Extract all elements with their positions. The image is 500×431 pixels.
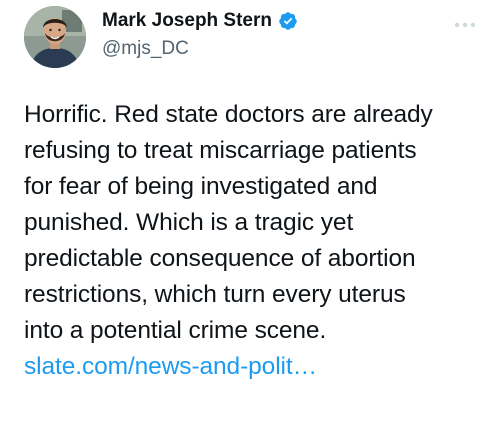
tweet-text-line: for fear of being investigated and bbox=[24, 173, 378, 200]
tweet-text-line: Horrific. Red state doctors are already bbox=[24, 101, 433, 128]
tweet-text-line: refusing to treat miscarriage patients bbox=[24, 137, 417, 164]
name-row: Mark Joseph Stern bbox=[102, 9, 298, 33]
more-options-icon[interactable] bbox=[454, 16, 476, 28]
tweet-text-line: punished. Which is a tragic yet bbox=[24, 209, 354, 236]
author-display-name[interactable]: Mark Joseph Stern bbox=[102, 9, 272, 33]
author-handle[interactable]: @mjs_DC bbox=[102, 37, 298, 61]
avatar[interactable] bbox=[24, 6, 86, 68]
tweet-text-line: predictable consequence of abortion bbox=[24, 245, 416, 272]
tweet-text: Horrific. Red state doctors are already … bbox=[24, 97, 484, 385]
tweet-text-line: restrictions, which turn every uterus bbox=[24, 281, 406, 308]
tweet-text-line: into a potential crime scene. bbox=[24, 317, 327, 344]
tweet-link[interactable]: slate.com/news-and-polit… bbox=[24, 349, 484, 385]
tweet-card: Mark Joseph Stern @mjs_DC Horrific. Red … bbox=[0, 0, 500, 431]
avatar-image bbox=[24, 6, 86, 68]
tweet-header: Mark Joseph Stern @mjs_DC bbox=[102, 9, 298, 61]
verified-badge-icon bbox=[278, 11, 298, 31]
